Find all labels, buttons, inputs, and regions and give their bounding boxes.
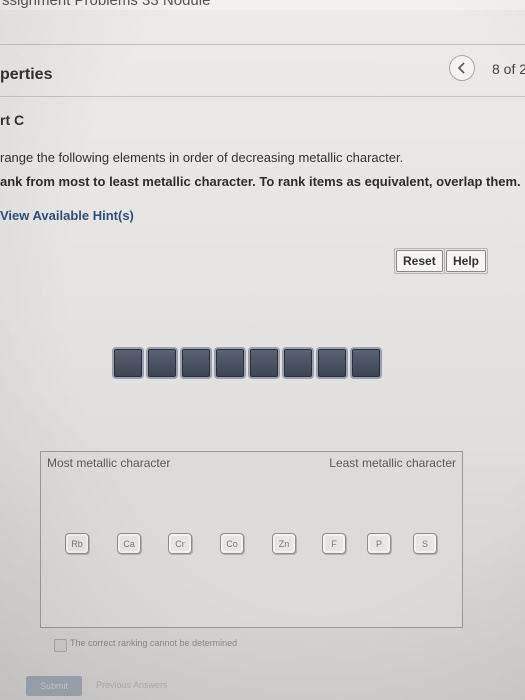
header-divider bbox=[0, 44, 525, 45]
target-slot[interactable] bbox=[248, 347, 280, 379]
page-title: perties bbox=[0, 66, 53, 83]
element-tile-ca[interactable]: Ca bbox=[117, 533, 141, 554]
ranking-instruction: ank from most to least metallic characte… bbox=[0, 174, 521, 189]
question-instruction: range the following elements in order of… bbox=[0, 150, 404, 165]
element-tile-rb[interactable]: Rb bbox=[65, 533, 89, 554]
target-slot[interactable] bbox=[112, 347, 144, 379]
most-metallic-label: Most metallic character bbox=[47, 456, 171, 470]
target-slot[interactable] bbox=[316, 347, 348, 379]
element-tile-p[interactable]: P bbox=[367, 533, 391, 554]
target-slot[interactable] bbox=[282, 347, 314, 379]
ranking-area[interactable]: Most metallic character Least metallic c… bbox=[40, 451, 463, 628]
previous-answers-link[interactable]: Previous Answers bbox=[96, 680, 168, 690]
assignment-breadcrumb: ssignment Problems 33 Nodule bbox=[2, 0, 211, 9]
target-slot[interactable] bbox=[180, 347, 212, 379]
target-slot[interactable] bbox=[350, 347, 382, 379]
page-counter: 8 of 2 bbox=[492, 61, 525, 77]
previous-button[interactable] bbox=[449, 55, 475, 81]
element-tile-f[interactable]: F bbox=[322, 533, 346, 554]
element-tile-zn[interactable]: Zn bbox=[272, 533, 296, 554]
part-heading: rt C bbox=[0, 112, 25, 128]
target-slot[interactable] bbox=[214, 347, 246, 379]
top-strip: ssignment Problems 33 Nodule bbox=[0, 0, 525, 10]
element-tile-co[interactable]: Co bbox=[220, 533, 244, 554]
page: ssignment Problems 33 Nodule perties 8 o… bbox=[0, 0, 525, 700]
element-tile-cr[interactable]: Cr bbox=[168, 533, 192, 554]
title-divider bbox=[0, 96, 525, 97]
least-metallic-label: Least metallic character bbox=[329, 456, 456, 470]
element-tile-s[interactable]: S bbox=[413, 533, 437, 554]
help-button[interactable]: Help bbox=[443, 248, 489, 274]
cannot-determine-label: The correct ranking cannot be determined bbox=[70, 638, 238, 648]
hint-link[interactable]: View Available Hint(s) bbox=[0, 208, 134, 223]
chevron-left-icon bbox=[457, 62, 465, 74]
target-slot[interactable] bbox=[146, 347, 178, 379]
submit-button[interactable]: Submit bbox=[26, 676, 82, 696]
reset-button[interactable]: Reset bbox=[394, 248, 445, 274]
cannot-determine-checkbox[interactable] bbox=[54, 639, 67, 652]
